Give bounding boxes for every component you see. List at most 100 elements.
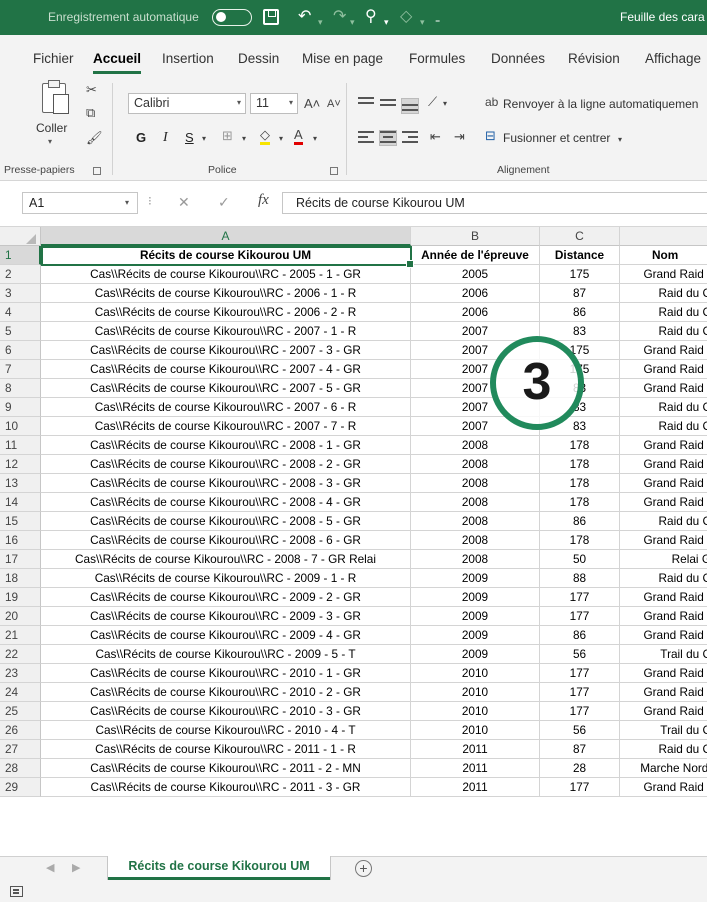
cell-b[interactable]: 2009 <box>411 645 540 664</box>
row-header[interactable]: 26 <box>0 721 41 740</box>
tab-insertion[interactable]: Insertion <box>162 51 214 66</box>
cell-d[interactable]: Grand Raid ( <box>620 455 707 474</box>
row-header[interactable]: 29 <box>0 778 41 797</box>
cell-c[interactable]: 87 <box>540 284 620 303</box>
cell-a[interactable]: Cas\\Récits de course Kikourou\\RC - 201… <box>41 683 411 702</box>
decrease-indent-icon[interactable]: ⇤ <box>430 130 441 144</box>
row-header[interactable]: 9 <box>0 398 41 417</box>
cell-c[interactable]: 177 <box>540 683 620 702</box>
row-header[interactable]: 22 <box>0 645 41 664</box>
tab-accueil[interactable]: Accueil <box>93 51 142 74</box>
increase-font-icon[interactable]: A˄ <box>304 97 320 111</box>
row-header[interactable]: 12 <box>0 455 41 474</box>
redo-icon[interactable]: ↷ <box>333 7 346 27</box>
cell-b[interactable]: 2008 <box>411 550 540 569</box>
align-left-icon[interactable] <box>358 131 374 145</box>
row-header[interactable]: 5 <box>0 322 41 341</box>
row-header[interactable]: 10 <box>0 417 41 436</box>
row-header[interactable]: 6 <box>0 341 41 360</box>
decrease-font-icon[interactable]: A˅ <box>327 97 341 111</box>
cell-c[interactable]: 86 <box>540 303 620 322</box>
cell-d[interactable]: Grand Raid ( <box>620 702 707 721</box>
column-header-d[interactable] <box>620 227 707 246</box>
cell-a[interactable]: Cas\\Récits de course Kikourou\\RC - 200… <box>41 512 411 531</box>
cell-c[interactable]: 86 <box>540 626 620 645</box>
row-header[interactable]: 18 <box>0 569 41 588</box>
row-header[interactable]: 15 <box>0 512 41 531</box>
cell-b[interactable]: 2005 <box>411 265 540 284</box>
clipboard-launcher-icon[interactable] <box>93 167 101 175</box>
fill-color-icon[interactable]: ◇ <box>260 128 270 145</box>
cell-b[interactable]: 2006 <box>411 284 540 303</box>
cell-a[interactable]: Cas\\Récits de course Kikourou\\RC - 200… <box>41 341 411 360</box>
cell-a[interactable]: Cas\\Récits de course Kikourou\\RC - 201… <box>41 721 411 740</box>
cell-b[interactable]: 2009 <box>411 626 540 645</box>
cell-c[interactable]: 178 <box>540 493 620 512</box>
undo-dropdown-icon[interactable]: ▾ <box>318 12 323 32</box>
cell-c[interactable]: 178 <box>540 436 620 455</box>
tab-affichage[interactable]: Affichage <box>645 51 701 66</box>
cell-c[interactable]: 175 <box>540 265 620 284</box>
cell-a[interactable]: Cas\\Récits de course Kikourou\\RC - 200… <box>41 265 411 284</box>
cell-a[interactable]: Cas\\Récits de course Kikourou\\RC - 200… <box>41 474 411 493</box>
cell-d[interactable]: Grand Raid ( <box>620 778 707 797</box>
header-cell-a[interactable]: Récits de course Kikourou UM <box>41 246 411 265</box>
enter-icon[interactable]: ✓ <box>218 194 230 211</box>
row-header[interactable]: 20 <box>0 607 41 626</box>
cell-c[interactable]: 177 <box>540 607 620 626</box>
customize-qat-icon[interactable]: ₌ <box>435 11 440 31</box>
cell-d[interactable]: Grand Raid ( <box>620 341 707 360</box>
cell-d[interactable]: Grand Raid ( <box>620 664 707 683</box>
sheet-tab-active[interactable]: Récits de course Kikourou UM <box>108 856 330 880</box>
cell-d[interactable]: Grand Raid ( <box>620 626 707 645</box>
cell-d[interactable]: Grand Raid ( <box>620 588 707 607</box>
cell-b[interactable]: 2009 <box>411 607 540 626</box>
row-header[interactable]: 7 <box>0 360 41 379</box>
cell-a[interactable]: Cas\\Récits de course Kikourou\\RC - 201… <box>41 740 411 759</box>
row-header[interactable]: 28 <box>0 759 41 778</box>
orientation-icon[interactable]: ⟋ <box>428 95 437 109</box>
cell-b[interactable]: 2010 <box>411 683 540 702</box>
cell-d[interactable]: Grand Raid ( <box>620 474 707 493</box>
cell-a[interactable]: Cas\\Récits de course Kikourou\\RC - 200… <box>41 626 411 645</box>
tab-fichier[interactable]: Fichier <box>33 51 74 66</box>
fill-dropdown-icon[interactable]: ▾ <box>420 12 425 32</box>
cell-d[interactable]: Raid du C <box>620 303 707 322</box>
cell-d[interactable]: Raid du C <box>620 417 707 436</box>
merge-dropdown-icon[interactable]: ▾ <box>618 133 622 147</box>
row-header[interactable]: 27 <box>0 740 41 759</box>
merge-center-button[interactable]: Fusionner et centrer <box>503 131 610 145</box>
tab-dessin[interactable]: Dessin <box>238 51 279 66</box>
fill-color-icon[interactable]: ◇ <box>400 7 412 27</box>
row-header[interactable]: 2 <box>0 265 41 284</box>
font-name-select[interactable]: Calibri ▾ <box>128 93 246 114</box>
copy-icon[interactable]: ⧉ <box>86 106 95 120</box>
cell-c[interactable]: 28 <box>540 759 620 778</box>
cell-a[interactable]: Cas\\Récits de course Kikourou\\RC - 200… <box>41 436 411 455</box>
row-header[interactable]: 25 <box>0 702 41 721</box>
cell-a[interactable]: Cas\\Récits de course Kikourou\\RC - 201… <box>41 702 411 721</box>
cell-d[interactable]: Raid du C <box>620 322 707 341</box>
cell-b[interactable]: 2010 <box>411 721 540 740</box>
cell-a[interactable]: Cas\\Récits de course Kikourou\\RC - 200… <box>41 322 411 341</box>
cancel-icon[interactable]: ✕ <box>178 194 190 211</box>
italic-button[interactable]: I <box>163 130 168 146</box>
autosave-toggle[interactable] <box>212 9 252 26</box>
cell-d[interactable]: Grand Raid ( <box>620 493 707 512</box>
cell-c[interactable]: 177 <box>540 588 620 607</box>
row-header[interactable]: 3 <box>0 284 41 303</box>
formula-input[interactable]: Récits de course Kikourou UM <box>282 192 707 214</box>
cell-b[interactable]: 2010 <box>411 664 540 683</box>
undo-icon[interactable]: ↶ <box>298 7 311 27</box>
row-header[interactable]: 21 <box>0 626 41 645</box>
font-color-dropdown-icon[interactable]: ▾ <box>313 132 317 146</box>
cell-b[interactable]: 2008 <box>411 531 540 550</box>
tab-revision[interactable]: Révision <box>568 51 620 66</box>
cell-b[interactable]: 2009 <box>411 569 540 588</box>
cell-a[interactable]: Cas\\Récits de course Kikourou\\RC - 200… <box>41 607 411 626</box>
cell-d[interactable]: Grand Raid ( <box>620 379 707 398</box>
column-header-c[interactable]: C <box>540 227 620 246</box>
cell-a[interactable]: Cas\\Récits de course Kikourou\\RC - 200… <box>41 360 411 379</box>
cell-d[interactable]: Raid du C <box>620 569 707 588</box>
cell-a[interactable]: Cas\\Récits de course Kikourou\\RC - 201… <box>41 759 411 778</box>
